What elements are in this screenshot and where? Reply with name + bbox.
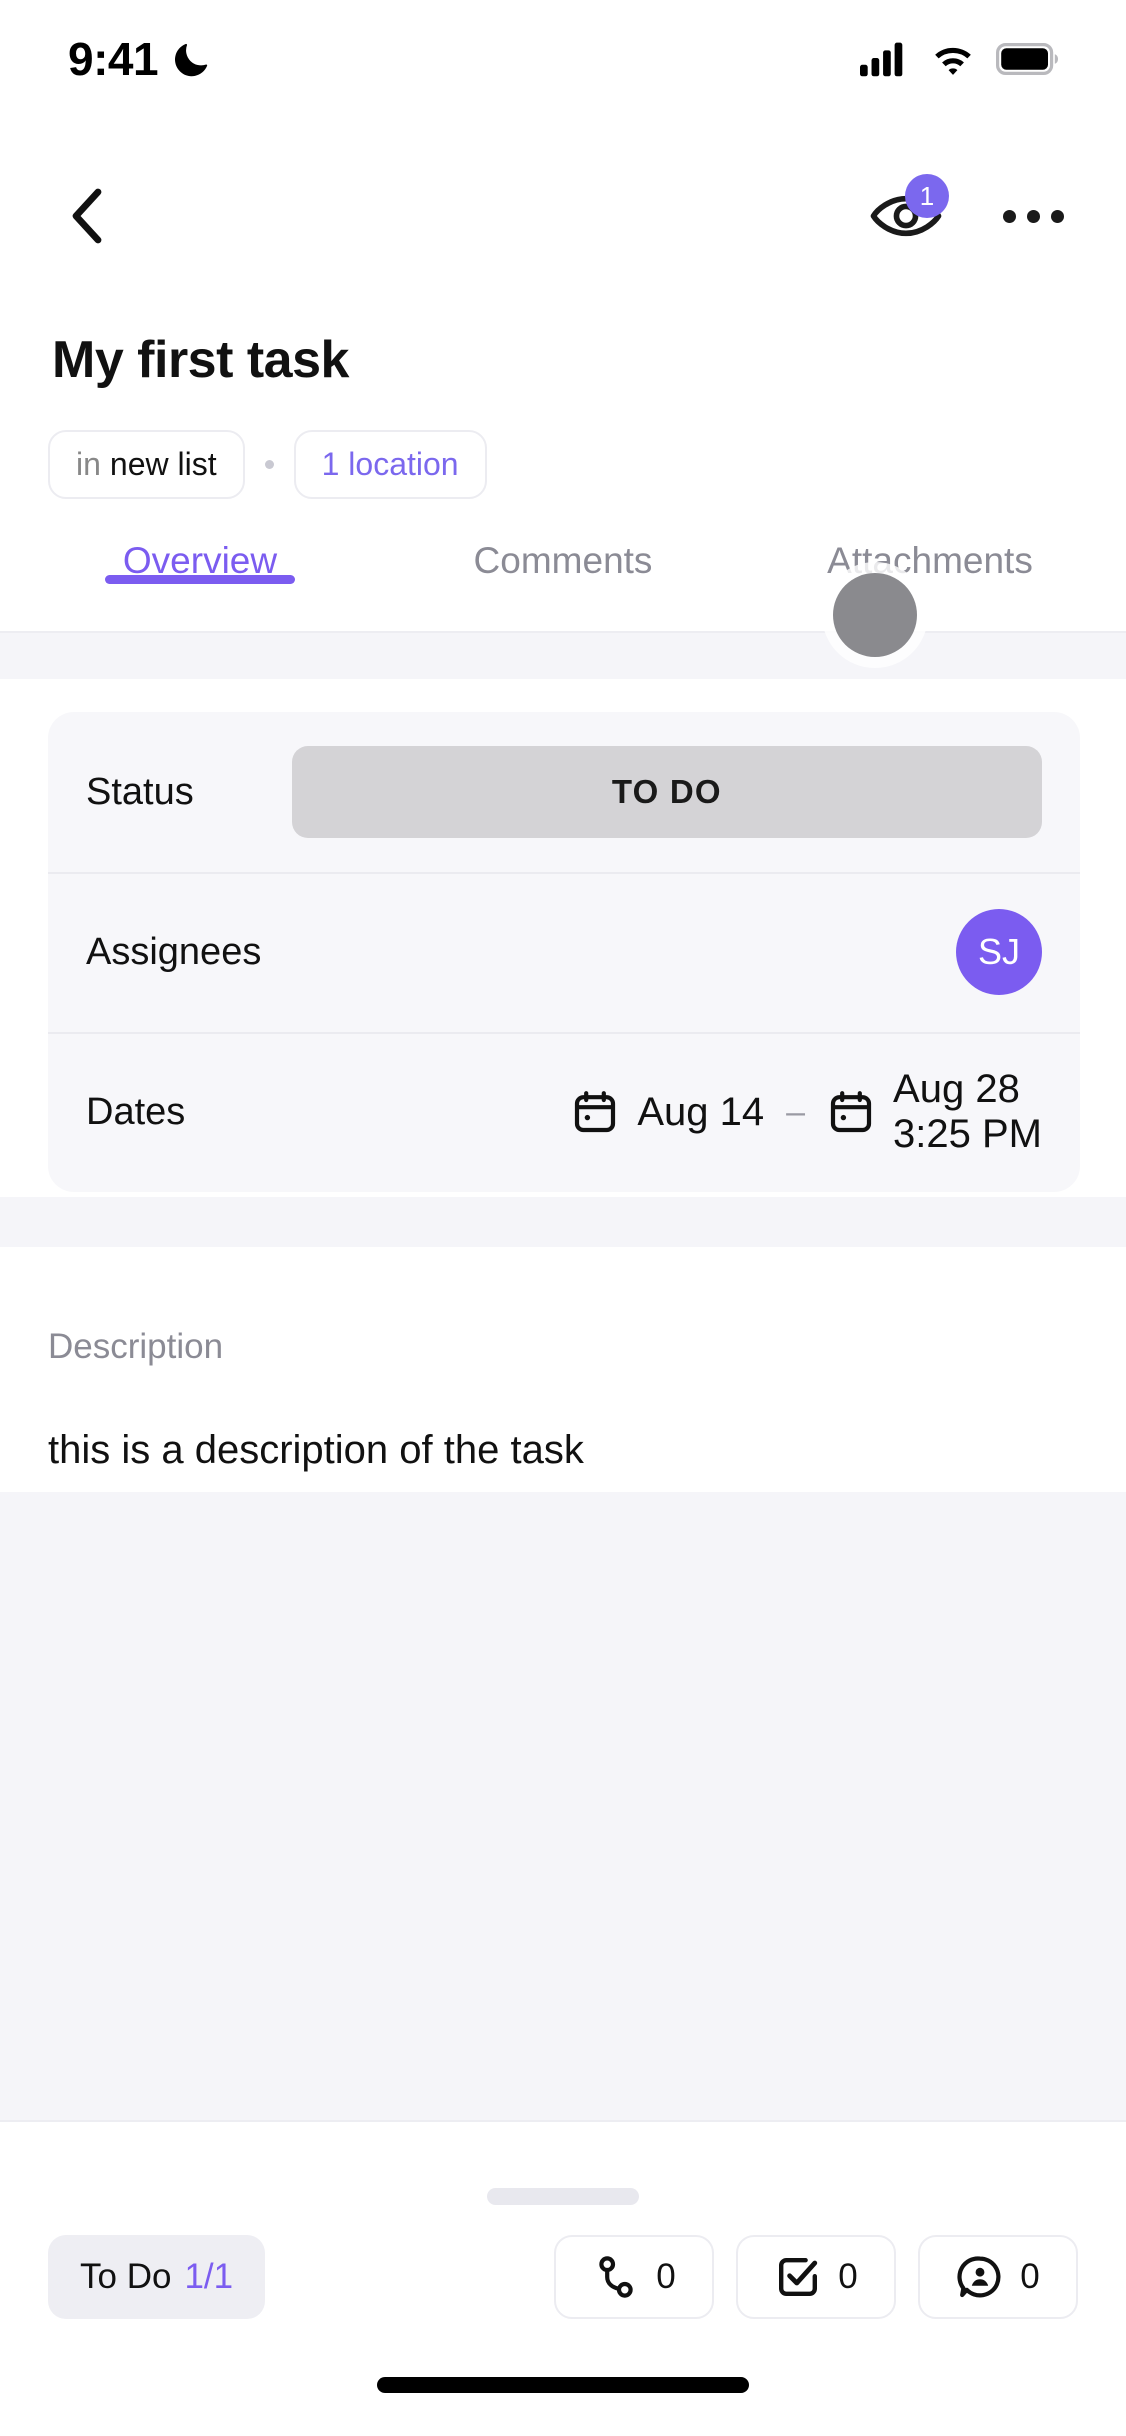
navigation-bar: 1 bbox=[0, 170, 1126, 262]
dates-row-label: Dates bbox=[86, 1090, 186, 1133]
status-bar-left: 9:41 bbox=[68, 32, 212, 86]
task-title[interactable]: My first task bbox=[52, 330, 349, 390]
back-button[interactable] bbox=[56, 184, 120, 248]
tab-bar: Overview Comments Attachments bbox=[0, 528, 1126, 633]
status-bar-right bbox=[860, 41, 1058, 77]
relationships-count: 0 bbox=[656, 2257, 676, 2296]
section-spacer-mid bbox=[0, 1197, 1126, 1247]
dates-row: Dates Aug 14 – Aug 28 3:25 PM bbox=[48, 1032, 1080, 1192]
relationship-icon bbox=[599, 2256, 633, 2298]
avatar-initials: SJ bbox=[977, 931, 1020, 972]
comments-count: 0 bbox=[1020, 2257, 1040, 2296]
list-chip-prefix: in bbox=[76, 446, 101, 482]
date-range-separator: – bbox=[786, 1092, 806, 1131]
start-date-text: Aug 14 bbox=[637, 1089, 765, 1134]
ellipsis-dot bbox=[1051, 209, 1064, 223]
wifi-icon bbox=[935, 47, 971, 75]
checklist-button[interactable]: 0 bbox=[736, 2235, 896, 2319]
content-empty-area bbox=[0, 1492, 1126, 2120]
location-chip-label: 1 location bbox=[321, 446, 459, 482]
status-value-button[interactable]: TO DO bbox=[291, 746, 1042, 838]
relationships-button[interactable]: 0 bbox=[554, 2235, 714, 2319]
section-spacer-top bbox=[0, 633, 1126, 679]
ellipsis-dot bbox=[1003, 209, 1016, 223]
location-chip[interactable]: 1 location bbox=[293, 430, 487, 499]
description-body[interactable]: this is a description of the task bbox=[48, 1428, 584, 1473]
todo-progress-button[interactable]: To Do 1/1 bbox=[48, 2235, 266, 2319]
comment-person-icon bbox=[957, 2256, 1001, 2298]
start-date-item[interactable]: Aug 14 bbox=[571, 1088, 764, 1136]
todo-progress-count: 1/1 bbox=[184, 2257, 234, 2296]
assignees-row: Assignees SJ bbox=[48, 872, 1080, 1032]
cursor-indicator bbox=[833, 573, 917, 657]
chip-separator-dot bbox=[264, 460, 274, 469]
task-details-card: Status TO DO Assignees SJ Dates Aug 14 –… bbox=[48, 712, 1080, 1192]
task-detail-screen: 9:41 1 My first task in new list 1 locat… bbox=[0, 0, 1126, 2436]
bottom-toolbar: To Do 1/1 0 0 0 bbox=[0, 2120, 1126, 2355]
chevron-left-icon bbox=[72, 188, 102, 244]
list-chip[interactable]: in new list bbox=[48, 430, 245, 499]
dates-value[interactable]: Aug 14 – Aug 28 3:25 PM bbox=[571, 1067, 1042, 1157]
drag-handle[interactable] bbox=[487, 2188, 639, 2205]
status-bar: 9:41 bbox=[0, 0, 1126, 118]
checklist-count: 0 bbox=[838, 2257, 858, 2296]
checklist-icon bbox=[779, 2258, 818, 2296]
status-bar-time: 9:41 bbox=[68, 33, 159, 85]
status-row: Status TO DO bbox=[48, 712, 1080, 872]
bottom-toolbar-actions: 0 0 0 bbox=[554, 2235, 1078, 2319]
tab-comments[interactable]: Comments bbox=[448, 528, 678, 582]
watchers-button[interactable]: 1 bbox=[869, 174, 949, 248]
bottom-toolbar-content: To Do 1/1 0 0 0 bbox=[0, 2235, 1126, 2319]
description-section[interactable]: Description this is a description of the… bbox=[0, 1247, 1126, 1492]
tab-attachments[interactable]: Attachments bbox=[795, 528, 1065, 582]
end-date-item[interactable]: Aug 28 3:25 PM bbox=[827, 1067, 1042, 1157]
description-label: Description bbox=[48, 1327, 224, 1366]
cellular-signal-icon bbox=[860, 42, 903, 77]
todo-progress-label: To Do bbox=[80, 2257, 172, 2296]
calendar-icon bbox=[830, 1091, 872, 1133]
status-value-label: TO DO bbox=[611, 773, 722, 810]
calendar-icon bbox=[575, 1091, 616, 1133]
overflow-menu-button[interactable] bbox=[997, 200, 1070, 233]
moon-icon bbox=[175, 43, 208, 77]
ellipsis-dot bbox=[1027, 209, 1040, 223]
home-indicator bbox=[377, 2377, 749, 2393]
assignees-row-label: Assignees bbox=[86, 930, 262, 973]
battery-full-icon bbox=[996, 43, 1058, 75]
end-date-day: Aug 28 bbox=[893, 1067, 1020, 1112]
navigation-actions: 1 bbox=[869, 174, 1070, 248]
list-chip-name: new list bbox=[109, 446, 217, 482]
tab-comments-label: Comments bbox=[473, 540, 653, 581]
status-row-label: Status bbox=[86, 770, 194, 813]
task-meta-chips: in new list 1 location bbox=[48, 430, 487, 499]
tab-overview[interactable]: Overview bbox=[105, 528, 295, 584]
tab-attachments-label: Attachments bbox=[827, 540, 1033, 581]
watchers-badge: 1 bbox=[905, 174, 949, 218]
comments-button[interactable]: 0 bbox=[918, 2235, 1078, 2319]
avatar[interactable]: SJ bbox=[956, 909, 1042, 995]
end-date-time: 3:25 PM bbox=[893, 1112, 1042, 1156]
tab-active-underline bbox=[105, 575, 295, 584]
assignees-value[interactable]: SJ bbox=[956, 909, 1042, 995]
end-date-text: Aug 28 3:25 PM bbox=[893, 1067, 1042, 1157]
